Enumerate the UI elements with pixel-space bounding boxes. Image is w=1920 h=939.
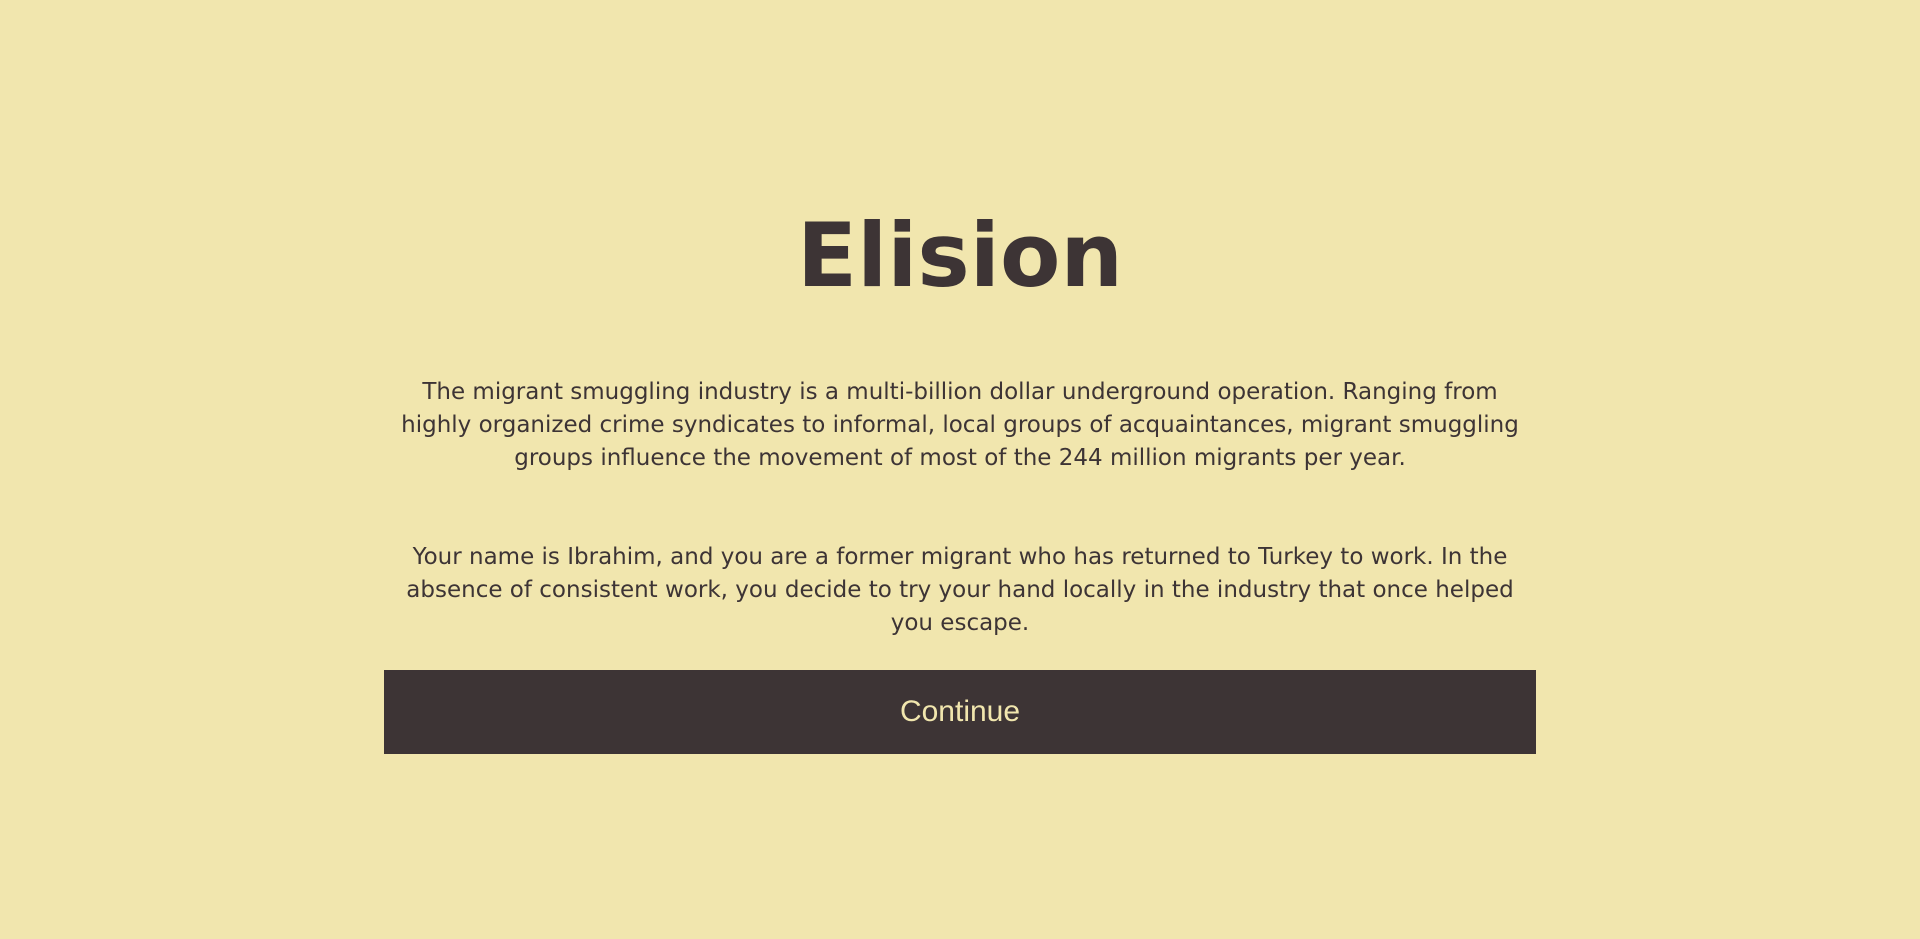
continue-button[interactable]: Continue [384,670,1536,754]
intro-screen: Elision The migrant smuggling industry i… [384,0,1536,939]
intro-paragraph-story: Your name is Ibrahim, and you are a form… [406,544,1514,636]
intro-paragraph-industry: The migrant smuggling industry is a mult… [401,379,1519,471]
game-title: Elision [796,204,1124,307]
